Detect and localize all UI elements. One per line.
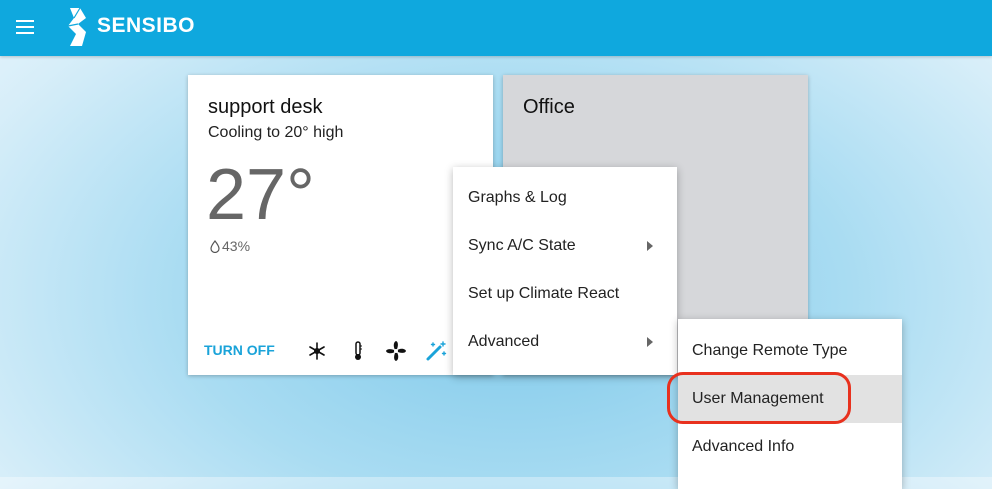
caret-right-icon	[647, 337, 653, 347]
thermometer-icon[interactable]	[347, 340, 369, 362]
menu-item-graphs-log[interactable]: Graphs & Log	[453, 174, 677, 222]
device-card-support-desk[interactable]: support desk Cooling to 20° high 27° 43%…	[188, 75, 493, 375]
sensibo-logo-icon	[67, 7, 86, 46]
device-name: support desk	[208, 96, 323, 118]
device-name: Office	[523, 96, 575, 118]
menu-item-climate-react[interactable]: Set up Climate React	[453, 270, 677, 318]
menu-item-label: Sync A/C State	[468, 237, 576, 254]
top-bar: SENSIBO	[0, 0, 992, 56]
hamburger-icon[interactable]	[14, 16, 36, 38]
menu-item-label: Graphs & Log	[468, 189, 567, 206]
current-temperature: 27°	[206, 155, 315, 235]
device-status: Cooling to 20° high	[208, 124, 344, 141]
menu-item-sync-ac-state[interactable]: Sync A/C State	[453, 222, 677, 270]
menu-item-label: Advanced	[468, 333, 540, 350]
menu-item-user-management[interactable]: User Management	[678, 375, 902, 423]
advanced-submenu: Change Remote Type User Management Advan…	[678, 319, 902, 489]
humidity-value: 43%	[222, 238, 251, 254]
menu-item-advanced-info[interactable]: Advanced Info	[678, 423, 902, 471]
menu-item-label: Change Remote Type	[692, 342, 848, 359]
device-context-menu: Graphs & Log Sync A/C State Set up Clima…	[453, 167, 677, 375]
brand-name: SENSIBO	[97, 14, 196, 37]
menu-item-change-remote-type[interactable]: Change Remote Type	[678, 327, 902, 375]
droplet-icon	[210, 239, 220, 253]
turn-off-button[interactable]: TURN OFF	[204, 342, 275, 358]
humidity-readout: 43%	[210, 238, 250, 254]
magic-wand-icon[interactable]	[425, 340, 447, 362]
snowflake-icon[interactable]	[306, 340, 328, 362]
menu-item-advanced[interactable]: Advanced	[453, 318, 677, 366]
menu-item-label: Advanced Info	[692, 438, 795, 455]
menu-item-label: Set up Climate React	[468, 285, 620, 302]
menu-item-label: User Management	[692, 390, 824, 407]
fan-icon[interactable]	[385, 340, 407, 362]
caret-right-icon	[647, 241, 653, 251]
